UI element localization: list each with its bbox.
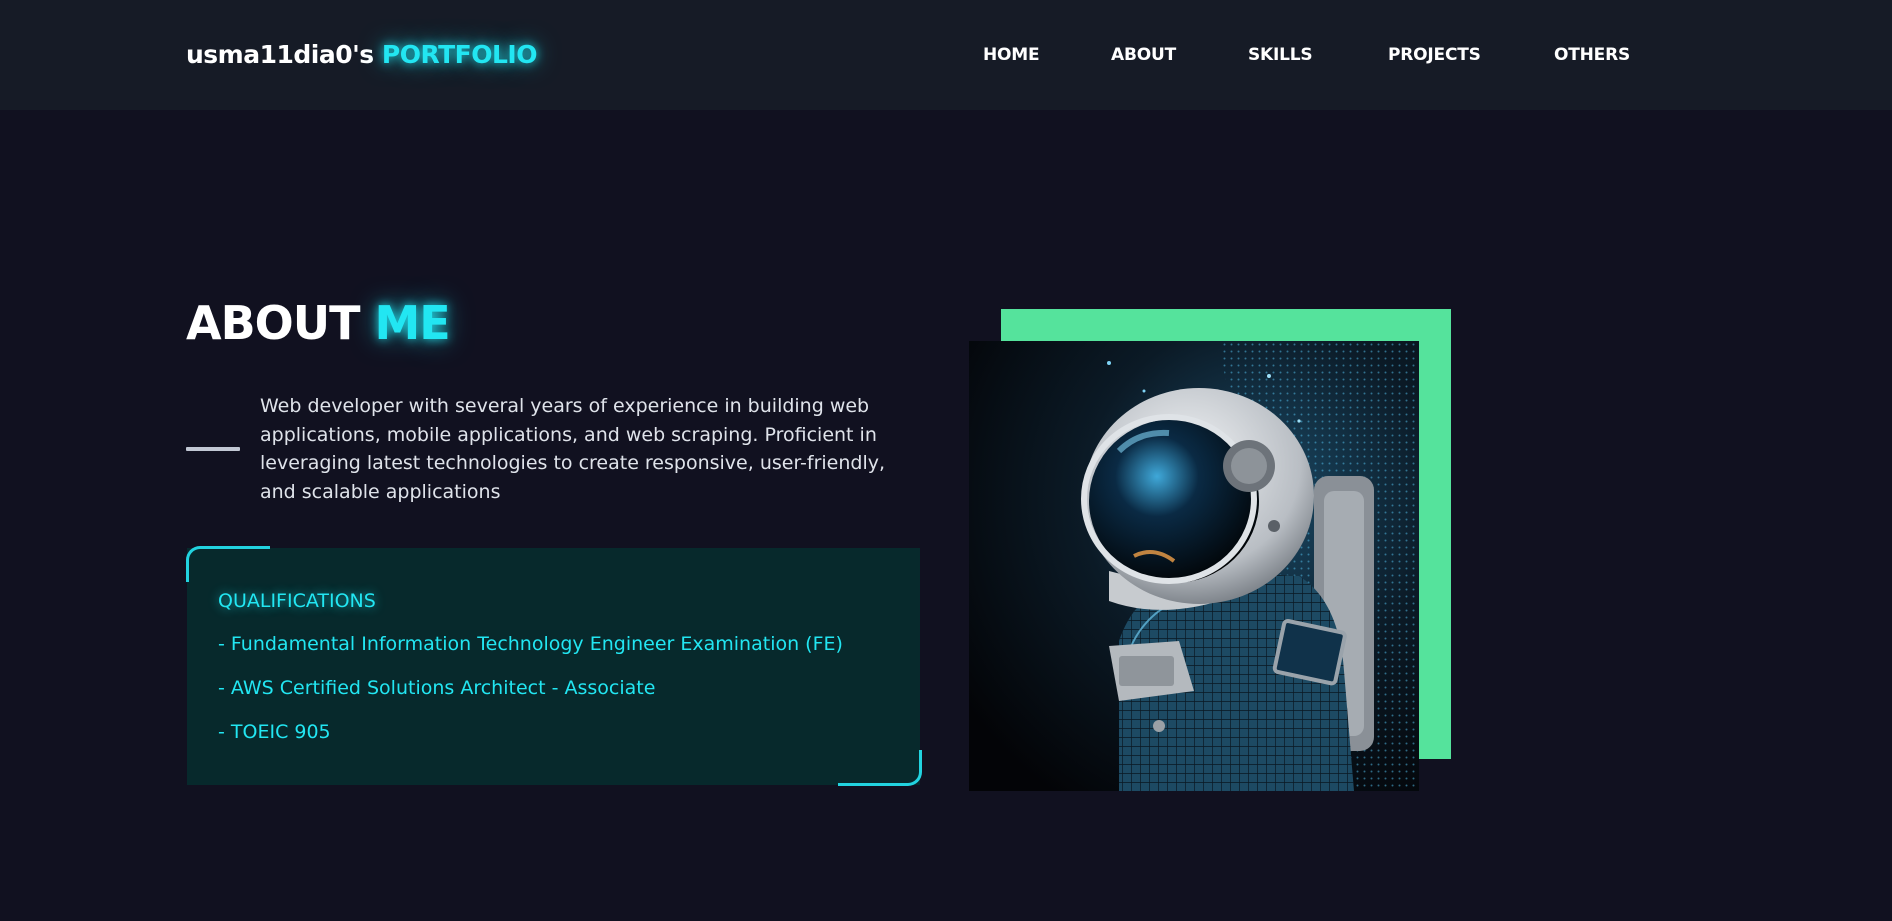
profile-image	[969, 341, 1419, 791]
decorative-dash	[186, 447, 240, 451]
about-heading: ABOUT ME	[186, 296, 451, 350]
bio-text: Web developer with several years of expe…	[260, 395, 886, 503]
card-corner-top-left	[186, 546, 270, 582]
nav-about[interactable]: ABOUT	[1111, 45, 1176, 65]
nav-skills[interactable]: SKILLS	[1248, 45, 1313, 65]
qualification-item: - TOEIC 905	[218, 721, 331, 743]
qualification-item: - AWS Certified Solutions Architect - As…	[218, 677, 656, 699]
astronaut-illustration-icon	[969, 341, 1419, 791]
navbar: usma11dia0's PORTFOLIO HOME ABOUT SKILLS…	[0, 0, 1892, 110]
qualifications-card	[187, 548, 920, 785]
qualifications-title: QUALIFICATIONS	[218, 590, 376, 612]
qualification-item: - Fundamental Information Technology Eng…	[218, 633, 843, 655]
main-nav: HOME ABOUT SKILLS PROJECTS OTHERS	[0, 45, 1892, 65]
nav-others[interactable]: OTHERS	[1554, 45, 1630, 65]
card-corner-bottom-right	[838, 750, 922, 786]
nav-home[interactable]: HOME	[983, 45, 1040, 65]
about-heading-main: ABOUT	[186, 296, 360, 350]
about-heading-accent: ME	[374, 296, 451, 350]
nav-projects[interactable]: PROJECTS	[1388, 45, 1481, 65]
